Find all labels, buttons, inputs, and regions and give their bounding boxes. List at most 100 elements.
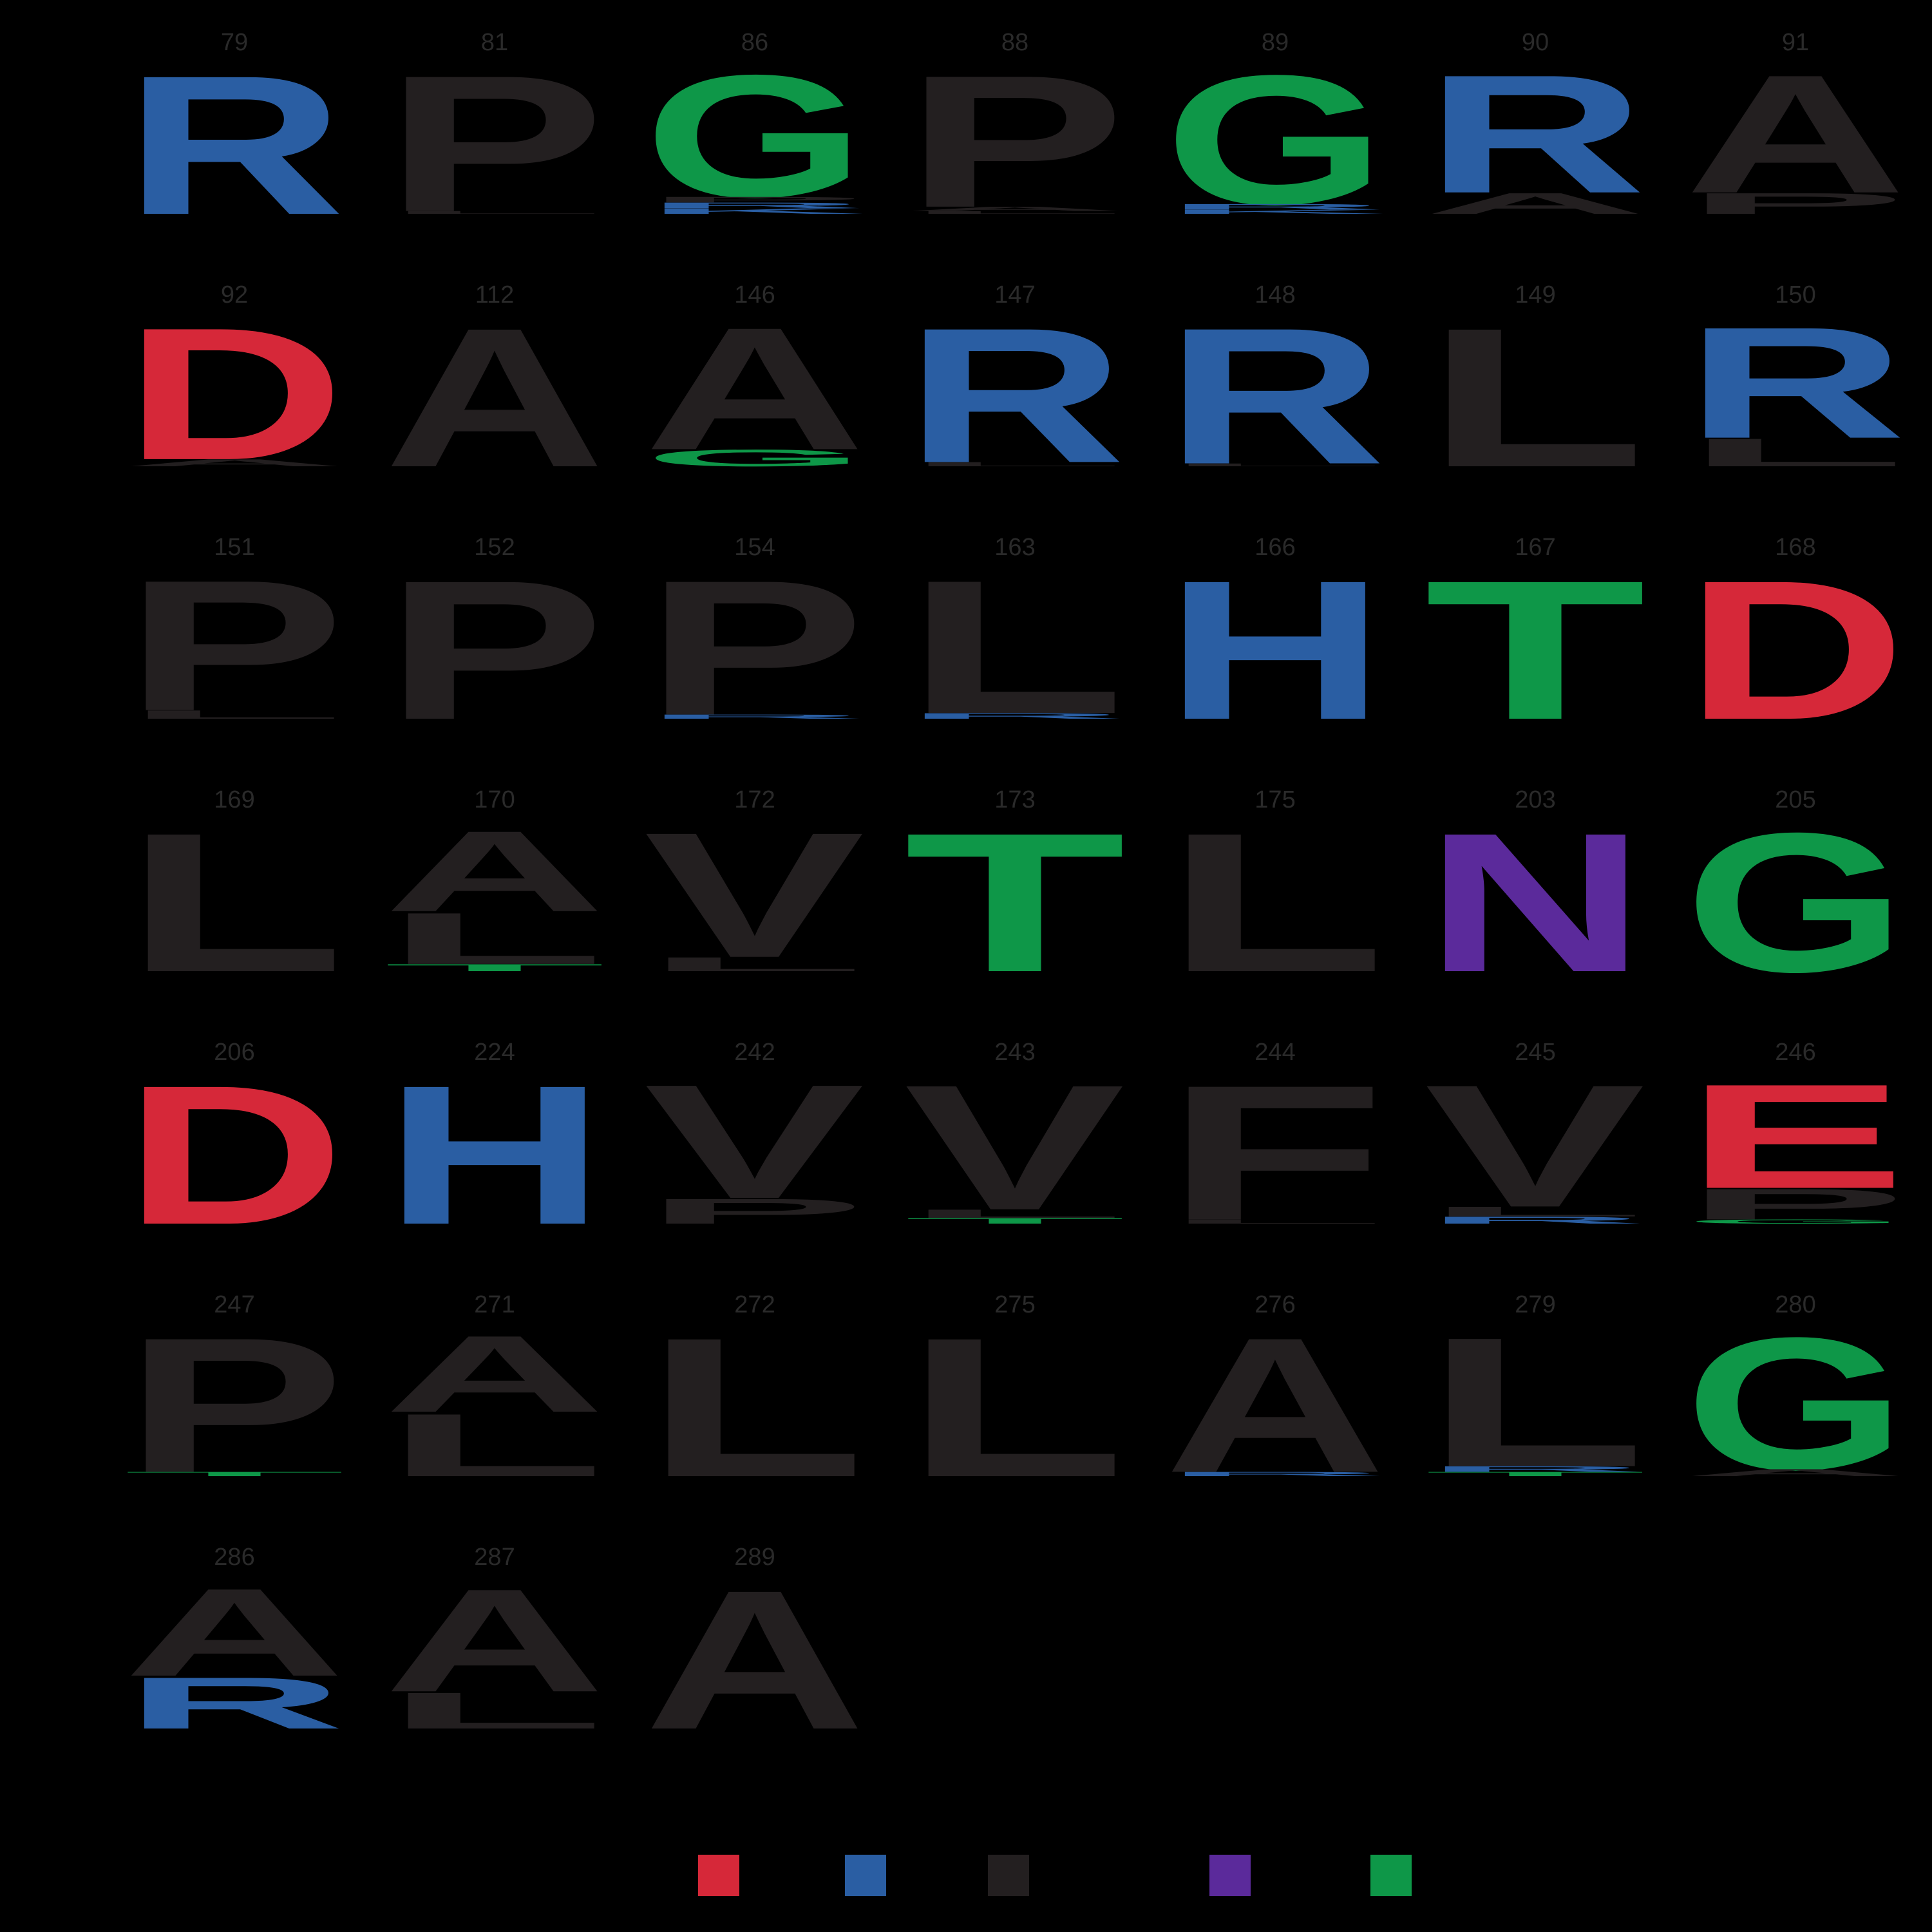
logo-position: 287AL (384, 1544, 605, 1739)
residue-letter-l: L (904, 210, 1126, 214)
logo-position: 203N (1425, 786, 1646, 1014)
legend-swatch-green (1370, 1855, 1412, 1896)
residue-letter-r: R (644, 714, 866, 720)
logo-position: 289A (644, 1544, 866, 1771)
logo-position: 276AR (1164, 1291, 1386, 1513)
logo-position: 90RA (1425, 29, 1646, 229)
residue-letter-r: R (124, 35, 345, 256)
residue-letter-l: L (1685, 430, 1906, 475)
residue-letter-l: L (644, 1297, 866, 1519)
residue-letter-k: K (644, 207, 866, 216)
residue-letter-t: T (1425, 540, 1646, 761)
residue-letter-r: R (904, 288, 1126, 503)
logo-position: 168D (1685, 534, 1906, 761)
residue-letter-p: P (384, 539, 605, 761)
residue-letter-t: T (904, 792, 1126, 1014)
residue-letter-r: R (1164, 1471, 1386, 1477)
logo-position: 242VP (644, 1039, 866, 1233)
residue-letter-l: L (1164, 792, 1386, 1014)
residue-letter-f: F (1164, 1045, 1386, 1260)
logo-position: 172VL (644, 786, 866, 995)
residue-letter-a: A (384, 287, 605, 509)
logo-position: 275L (904, 1291, 1126, 1519)
logo-position: 163LR (904, 534, 1126, 753)
residue-letter-l: L (904, 461, 1126, 468)
residue-letter-l: L (384, 1395, 605, 1495)
residue-letter-d: D (124, 1045, 345, 1266)
logo-position: 149L (1425, 281, 1646, 509)
logo-position: 147RL (904, 281, 1126, 503)
residue-letter-d: D (1685, 540, 1906, 761)
residue-letter-p: P (384, 35, 605, 252)
logo-position: 286AR (124, 1544, 345, 1744)
logo-position: 167T (1425, 534, 1646, 761)
residue-letter-g: G (644, 445, 866, 471)
logo-position: 247PT (124, 1291, 345, 1513)
residue-letter-l: L (1425, 287, 1646, 509)
logo-position: 243VLT (904, 1039, 1126, 1247)
logo-position: 280GA (1685, 1291, 1906, 1509)
residue-letter-r: R (904, 712, 1126, 721)
residue-letter-a: A (1164, 1298, 1386, 1513)
logo-position: 170ALT (384, 786, 605, 980)
logo-position: 146AG (644, 281, 866, 486)
residue-letter-a: A (1685, 1467, 1906, 1478)
residue-letter-g: G (1685, 1218, 1906, 1225)
residue-letter-t: T (384, 962, 605, 973)
residue-letter-a: A (644, 1549, 866, 1771)
residue-letter-l: L (384, 1682, 605, 1740)
logo-position: 91AP (1685, 29, 1906, 229)
logo-position: 169L (124, 786, 345, 1014)
logo-position: 206D (124, 1039, 345, 1266)
logo-position: 245VLR (1425, 1039, 1647, 1244)
legend-swatch-black (988, 1855, 1029, 1896)
residue-letter-l: L (644, 953, 866, 975)
residue-letter-h: H (384, 1045, 605, 1266)
residue-letter-a: A (1425, 187, 1646, 220)
logo-position: 154PR (644, 534, 866, 755)
residue-letter-p: P (124, 1298, 345, 1513)
sequence-logo: 79R 81PL86GPRK88PAL89GRK90RA91AP92DA112A 1… (0, 0, 1932, 1932)
logo-position: 246EPG (1685, 1039, 1906, 1229)
logo-position: 173T (904, 786, 1126, 1014)
residue-letter-l: L (904, 1297, 1126, 1519)
logo-position: 86GPRK (644, 29, 866, 234)
legend-swatch-purple (1209, 1855, 1251, 1896)
legend-swatch-blue (845, 1855, 886, 1896)
logo-position: 79R (124, 29, 345, 256)
residue-letter-p: P (644, 1191, 866, 1231)
residue-letter-l: L (384, 210, 605, 214)
logo-position: 175L (1164, 786, 1386, 1014)
residue-letter-l: L (124, 792, 345, 1014)
residue-letter-r: R (1425, 1215, 1646, 1226)
residue-letter-p: P (904, 35, 1126, 247)
logo-position: 224H (384, 1039, 605, 1266)
logo-position: 272L (644, 1291, 866, 1519)
residue-letter-l: L (1164, 462, 1386, 467)
logo-position: 166H (1164, 534, 1386, 761)
logo-position: 279LRT (1425, 1291, 1646, 1505)
residue-letter-p: P (644, 540, 866, 755)
residue-letter-l: L (1164, 1218, 1386, 1225)
residue-letter-g: G (1685, 791, 1906, 1014)
residue-letter-l: L (124, 708, 345, 721)
residue-letter-n: N (1425, 792, 1646, 1014)
logo-position: 92DA (124, 281, 345, 499)
logo-position: 89GRK (1164, 29, 1386, 243)
logo-position: 205G (1685, 786, 1906, 1014)
logo-position: 88PAL (904, 29, 1126, 247)
residue-letter-k: K (1164, 209, 1386, 215)
logo-position: 152P (384, 534, 605, 761)
residue-letter-t: T (124, 1471, 345, 1477)
logo-position: 81PL (384, 29, 605, 252)
residue-letter-r: R (124, 1662, 345, 1744)
residue-letter-p: P (1685, 187, 1906, 220)
logo-position: 150RL (1685, 281, 1906, 475)
residue-letter-r: R (1164, 287, 1386, 505)
residue-letter-t: T (904, 1217, 1126, 1226)
logo-position: 151PL (124, 534, 345, 750)
logo-position: 148RL (1164, 281, 1386, 505)
legend-swatch-red (698, 1855, 739, 1896)
residue-letter-h: H (1164, 540, 1386, 761)
residue-letter-a: A (124, 457, 345, 468)
